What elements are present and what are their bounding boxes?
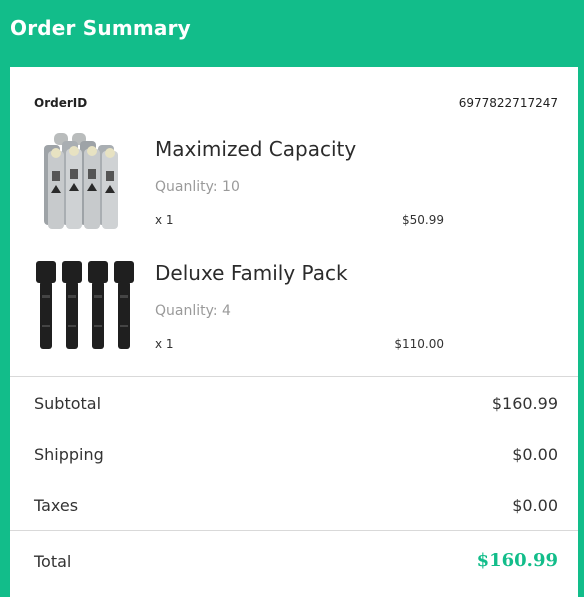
taxes-value: $0.00	[512, 496, 558, 515]
product-quantity: Quanlity: 4	[155, 303, 231, 319]
taxes-label: Taxes	[34, 496, 79, 515]
shipping-label: Shipping	[34, 445, 104, 464]
total-label: Total	[34, 552, 72, 571]
flashlight-pack-icon	[34, 255, 134, 355]
shipping-value: $0.00	[512, 445, 558, 464]
product-name: Maximized Capacity	[155, 137, 357, 161]
product-item: Maximized Capacity Quanlity: 10 x 1 $50.…	[34, 131, 554, 231]
order-id-label: OrderID	[34, 96, 88, 110]
total-value: $160.99	[476, 550, 558, 571]
product-price: $50.99	[402, 213, 444, 227]
battery-pack-icon	[34, 131, 134, 231]
subtotal-row: Subtotal $160.99	[34, 394, 558, 418]
order-summary-card: OrderID 6977822717247 Maximized Capacity…	[10, 67, 578, 597]
product-item: Deluxe Family Pack Quanlity: 4 x 1 $110.…	[34, 255, 554, 355]
product-multiplier: x 1	[155, 337, 174, 351]
divider	[10, 530, 578, 531]
subtotal-value: $160.99	[491, 394, 558, 413]
divider	[10, 376, 578, 377]
product-name: Deluxe Family Pack	[155, 261, 348, 285]
order-id-value: 6977822717247	[458, 96, 558, 110]
product-multiplier: x 1	[155, 213, 174, 227]
shipping-row: Shipping $0.00	[34, 445, 558, 469]
page-title: Order Summary	[10, 16, 191, 40]
product-quantity: Quanlity: 10	[155, 179, 240, 195]
taxes-row: Taxes $0.00	[34, 496, 558, 520]
total-row: Total $160.99	[34, 550, 558, 576]
subtotal-label: Subtotal	[34, 394, 102, 413]
product-price: $110.00	[394, 337, 444, 351]
header-bar: Order Summary	[0, 0, 584, 60]
